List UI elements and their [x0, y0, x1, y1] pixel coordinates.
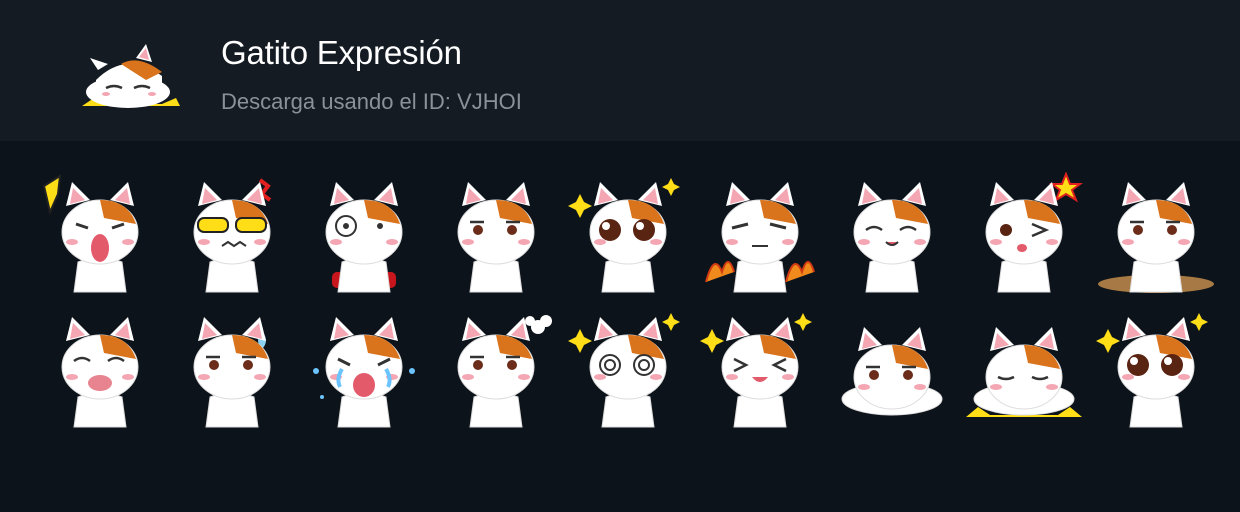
sleeping-cat-icon [966, 327, 1082, 417]
skeptical-cat-icon [457, 182, 535, 293]
shouting-cat-icon [42, 174, 139, 293]
lying-down-cat-sticker[interactable] [830, 307, 954, 431]
pouting-cat-icon [61, 317, 139, 428]
surprised-cat-sitting-icon [325, 182, 403, 293]
starry-eyed-cat-sticker[interactable] [566, 172, 690, 296]
dizzy-cat-sticker[interactable] [566, 307, 690, 431]
bored-cat-on-table-icon [1098, 182, 1214, 293]
sparkly-eyes-cat-sticker[interactable] [1094, 307, 1218, 431]
surprised-cat-sitting-sticker[interactable] [302, 172, 426, 296]
starry-eyed-cat-icon [568, 178, 680, 293]
excited-cat-sticker[interactable] [698, 307, 822, 431]
skeptical-cat-sticker[interactable] [434, 172, 558, 296]
crying-cat-sticker[interactable] [302, 307, 426, 431]
bored-cat-on-table-sticker[interactable] [1094, 172, 1218, 296]
pouting-cat-sticker[interactable] [38, 307, 162, 431]
crying-cat-icon [313, 317, 415, 428]
content-cat-icon [853, 182, 931, 293]
sticker-pack-header: Gatito Expresión Descarga usando el ID: … [0, 0, 1240, 141]
pack-title: Gatito Expresión [221, 34, 462, 71]
annoyed-puff-cat-sticker[interactable] [434, 307, 558, 431]
winking-cat-icon [985, 172, 1083, 293]
sleeping-cat-sticker[interactable] [962, 307, 1086, 431]
annoyed-puff-cat-icon [457, 315, 552, 428]
shouting-cat-sticker[interactable] [38, 172, 162, 296]
lying-down-cat-icon [841, 327, 943, 416]
content-cat-sticker[interactable] [830, 172, 954, 296]
angry-glasses-cat-sticker[interactable] [170, 172, 294, 296]
dizzy-cat-icon [568, 313, 680, 428]
pack-download-id: Descarga usando el ID: VJHOI [221, 89, 522, 114]
sparkly-eyes-cat-icon [1096, 313, 1208, 428]
sleeping-cat-icon [82, 44, 180, 108]
nervous-sweat-cat-icon [193, 317, 271, 428]
winking-cat-sticker[interactable] [962, 172, 1086, 296]
nervous-sweat-cat-sticker[interactable] [170, 307, 294, 431]
sticker-grid [38, 172, 1214, 442]
excited-cat-icon [700, 313, 812, 428]
fired-up-cat-icon [705, 182, 815, 293]
fired-up-cat-sticker[interactable] [698, 172, 822, 296]
sticker-pack-thumbnail[interactable] [76, 40, 184, 112]
angry-glasses-cat-icon [193, 178, 272, 293]
